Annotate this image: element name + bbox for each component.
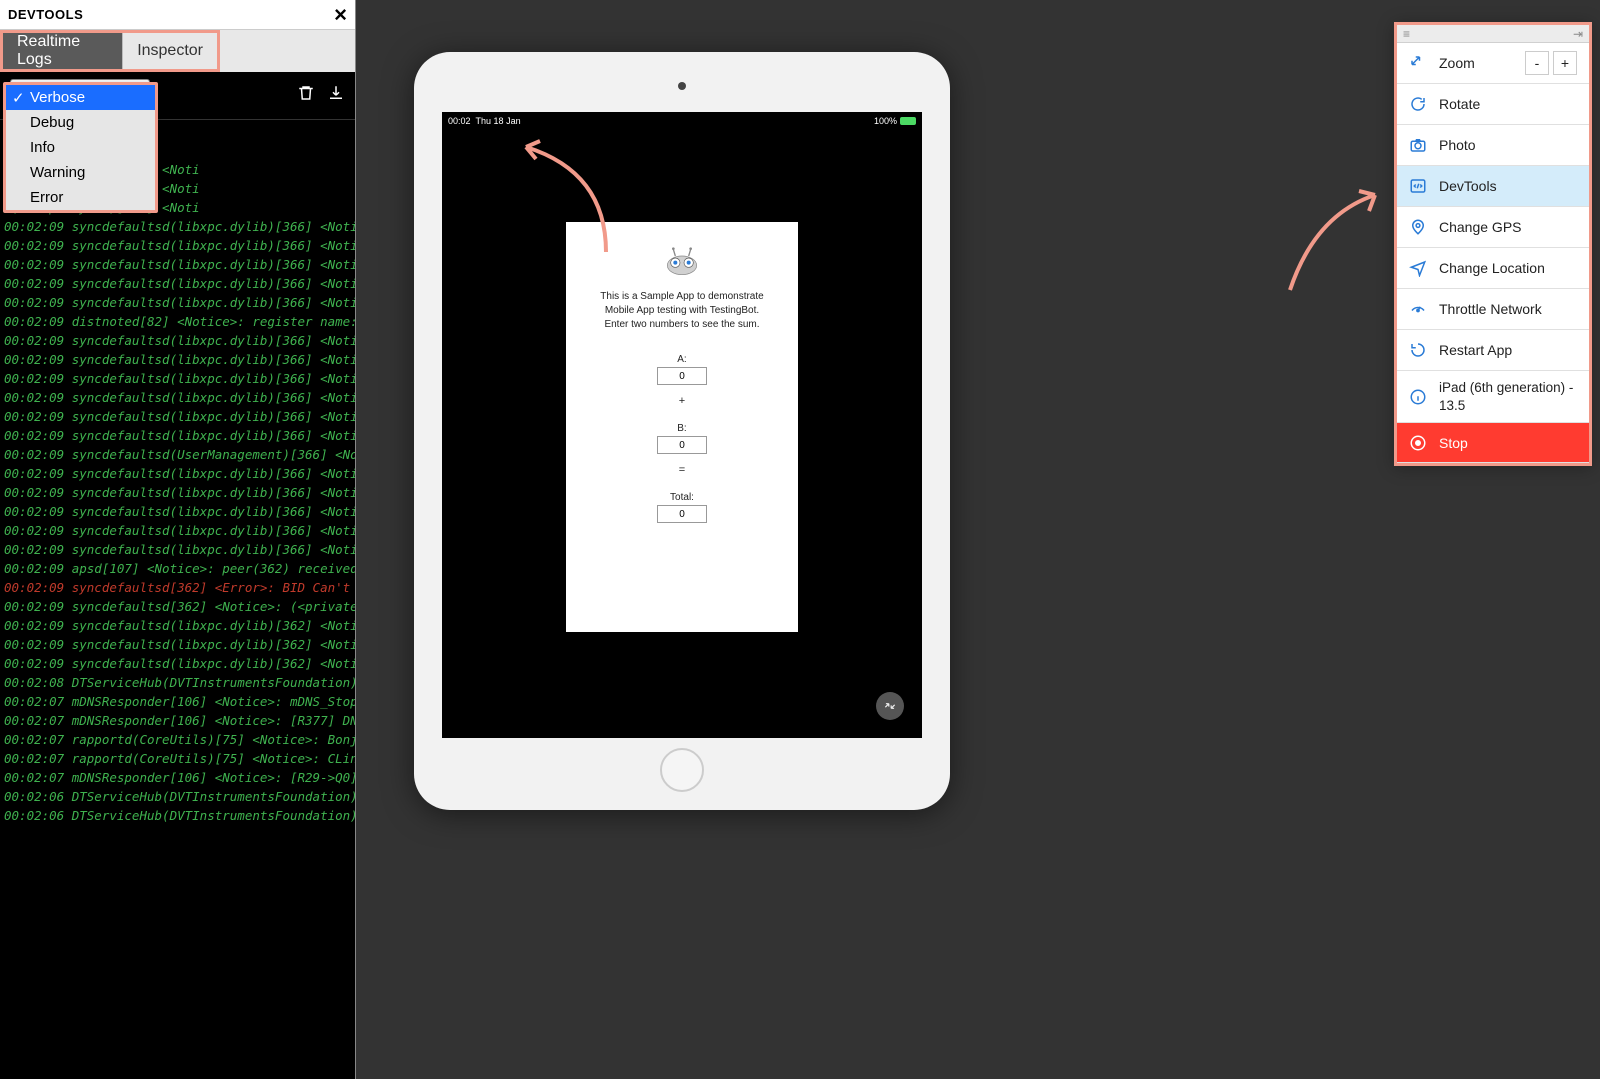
ipad-screen[interactable]: 00:02 Thu 18 Jan 100% This is a Sample A… bbox=[442, 112, 922, 738]
trash-icon[interactable] bbox=[297, 84, 315, 107]
log-line: 00:02:09 syncdefaultsd(libxpc.dylib)[366… bbox=[4, 502, 351, 521]
camera-icon bbox=[1409, 136, 1427, 154]
level-debug[interactable]: Debug bbox=[6, 110, 155, 135]
zoom-out-button[interactable]: - bbox=[1525, 51, 1549, 75]
input-a[interactable] bbox=[657, 367, 707, 385]
level-verbose[interactable]: Verbose bbox=[6, 85, 155, 110]
label-b: B: bbox=[677, 423, 686, 434]
level-warning[interactable]: Warning bbox=[6, 160, 155, 185]
label-a: A: bbox=[677, 354, 686, 365]
change-location-button[interactable]: Change Location bbox=[1397, 248, 1589, 289]
devtools-title: DEVTOOLS bbox=[8, 7, 83, 22]
device-preview: 00:02 Thu 18 Jan 100% This is a Sample A… bbox=[356, 0, 1600, 1079]
log-line: 00:02:07 rapportd(CoreUtils)[75] <Notice… bbox=[4, 730, 351, 749]
rotate-icon bbox=[1409, 95, 1427, 113]
log-line: 00:02:09 syncdefaultsd(libxpc.dylib)[362… bbox=[4, 654, 351, 673]
collapse-icon[interactable]: ⇥ bbox=[1573, 27, 1583, 41]
throttle-icon bbox=[1409, 300, 1427, 318]
label-total: Total: bbox=[670, 492, 694, 503]
log-line: 00:02:07 mDNSResponder[106] <Notice>: [R… bbox=[4, 768, 351, 787]
device-statusbar: 00:02 Thu 18 Jan 100% bbox=[448, 114, 916, 128]
throttle-network-button[interactable]: Throttle Network bbox=[1397, 289, 1589, 330]
robot-icon bbox=[662, 244, 702, 276]
log-line: 00:02:09 syncdefaultsd[362] <Error>: BID… bbox=[4, 578, 351, 597]
input-b[interactable] bbox=[657, 436, 707, 454]
log-line: 00:02:09 syncdefaultsd(libxpc.dylib)[366… bbox=[4, 255, 351, 274]
log-line: 00:02:09 syncdefaultsd(libxpc.dylib)[366… bbox=[4, 521, 351, 540]
log-line: 00:02:09 syncdefaultsd(libxpc.dylib)[366… bbox=[4, 483, 351, 502]
zoom-in-button[interactable]: + bbox=[1553, 51, 1577, 75]
devtools-button[interactable]: DevTools bbox=[1397, 166, 1589, 207]
log-line: 00:02:09 syncdefaultsd(libxpc.dylib)[366… bbox=[4, 350, 351, 369]
battery-percent: 100% bbox=[874, 116, 897, 126]
log-line: 00:02:09 syncdefaultsd[362] <Notice>: (<… bbox=[4, 597, 351, 616]
input-total[interactable] bbox=[657, 505, 707, 523]
log-line: 00:02:08 DTServiceHub(DVTInstrumentsFoun… bbox=[4, 673, 351, 692]
ipad-frame: 00:02 Thu 18 Jan 100% This is a Sample A… bbox=[414, 52, 950, 810]
plus-sign: + bbox=[679, 395, 685, 407]
location-icon bbox=[1409, 259, 1427, 277]
log-line: 00:02:09 syncdefaultsd(libxpc.dylib)[366… bbox=[4, 236, 351, 255]
zoom-icon bbox=[1409, 54, 1427, 72]
stop-icon bbox=[1409, 434, 1427, 452]
log-output[interactable]: d(libxpc.dylib)[366] <Notid(libxpc.dylib… bbox=[0, 158, 355, 1079]
level-error[interactable]: Error bbox=[6, 185, 155, 210]
log-line: 00:02:09 syncdefaultsd(UserManagement)[3… bbox=[4, 445, 351, 464]
log-line: 00:02:09 syncdefaultsd(libxpc.dylib)[366… bbox=[4, 540, 351, 559]
restart-app-button[interactable]: Restart App bbox=[1397, 330, 1589, 371]
zoom-label: Zoom bbox=[1439, 55, 1475, 71]
change-gps-button[interactable]: Change GPS bbox=[1397, 207, 1589, 248]
info-icon bbox=[1409, 388, 1427, 406]
log-line: 00:02:09 syncdefaultsd(libxpc.dylib)[366… bbox=[4, 331, 351, 350]
log-line: 00:02:09 syncdefaultsd(libxpc.dylib)[366… bbox=[4, 293, 351, 312]
log-line: 00:02:09 apsd[107] <Notice>: peer(362) r… bbox=[4, 559, 351, 578]
sample-app: This is a Sample App to demonstrate Mobi… bbox=[566, 222, 798, 632]
fullscreen-icon[interactable] bbox=[876, 692, 904, 720]
log-line: 00:02:09 syncdefaultsd(libxpc.dylib)[366… bbox=[4, 274, 351, 293]
log-line: 00:02:09 syncdefaultsd(libxpc.dylib)[362… bbox=[4, 616, 351, 635]
devtools-panel: DEVTOOLS × Realtime Logs Inspector Verbo… bbox=[0, 0, 356, 1079]
log-line: 00:02:07 mDNSResponder[106] <Notice>: [R… bbox=[4, 711, 351, 730]
download-icon[interactable] bbox=[327, 84, 345, 107]
gps-icon bbox=[1409, 218, 1427, 236]
status-date: Thu 18 Jan bbox=[476, 116, 521, 126]
close-icon[interactable]: × bbox=[334, 2, 347, 28]
log-line: 00:02:09 distnoted[82] <Notice>: registe… bbox=[4, 312, 351, 331]
control-panel: ≡ ⇥ Zoom - + Rotate Photo DevTools bbox=[1394, 22, 1592, 466]
log-line: 00:02:09 syncdefaultsd(libxpc.dylib)[366… bbox=[4, 426, 351, 445]
ipad-home-button[interactable] bbox=[660, 748, 704, 792]
rotate-button[interactable]: Rotate bbox=[1397, 84, 1589, 125]
status-time: 00:02 bbox=[448, 116, 471, 126]
photo-button[interactable]: Photo bbox=[1397, 125, 1589, 166]
log-line: 00:02:06 DTServiceHub(DVTInstrumentsFoun… bbox=[4, 787, 351, 806]
tab-realtime-logs[interactable]: Realtime Logs bbox=[3, 33, 122, 69]
stop-button[interactable]: Stop bbox=[1397, 423, 1589, 463]
devtools-icon bbox=[1409, 177, 1427, 195]
level-info[interactable]: Info bbox=[6, 135, 155, 160]
log-line: 00:02:07 rapportd(CoreUtils)[75] <Notice… bbox=[4, 749, 351, 768]
equals-sign: = bbox=[679, 464, 685, 476]
log-line: 00:02:09 syncdefaultsd(libxpc.dylib)[366… bbox=[4, 464, 351, 483]
log-line: 00:02:09 syncdefaultsd(libxpc.dylib)[366… bbox=[4, 407, 351, 426]
log-line: 00:02:09 syncdefaultsd(libxpc.dylib)[366… bbox=[4, 388, 351, 407]
log-level-dropdown[interactable]: Verbose Debug Info Warning Error bbox=[3, 82, 158, 213]
log-line: 00:02:07 mDNSResponder[106] <Notice>: mD… bbox=[4, 692, 351, 711]
log-line: 00:02:09 syncdefaultsd(libxpc.dylib)[366… bbox=[4, 217, 351, 236]
tabbar: Realtime Logs Inspector bbox=[0, 30, 355, 72]
tab-inspector[interactable]: Inspector bbox=[122, 33, 217, 69]
annotation-arrow-right bbox=[1275, 185, 1385, 295]
app-description: This is a Sample App to demonstrate Mobi… bbox=[600, 290, 763, 332]
zoom-row: Zoom - + bbox=[1397, 43, 1589, 84]
restart-icon bbox=[1409, 341, 1427, 359]
panel-grip[interactable]: ≡ ⇥ bbox=[1397, 25, 1589, 43]
battery-icon bbox=[900, 117, 916, 125]
ipad-camera bbox=[678, 82, 686, 90]
log-line: 00:02:09 syncdefaultsd(libxpc.dylib)[362… bbox=[4, 635, 351, 654]
devtools-header: DEVTOOLS × bbox=[0, 0, 355, 30]
log-line: 00:02:06 DTServiceHub(DVTInstrumentsFoun… bbox=[4, 806, 351, 825]
grip-icon: ≡ bbox=[1403, 27, 1410, 41]
device-info: iPad (6th generation) - 13.5 bbox=[1397, 371, 1589, 423]
log-line: 00:02:09 syncdefaultsd(libxpc.dylib)[366… bbox=[4, 369, 351, 388]
